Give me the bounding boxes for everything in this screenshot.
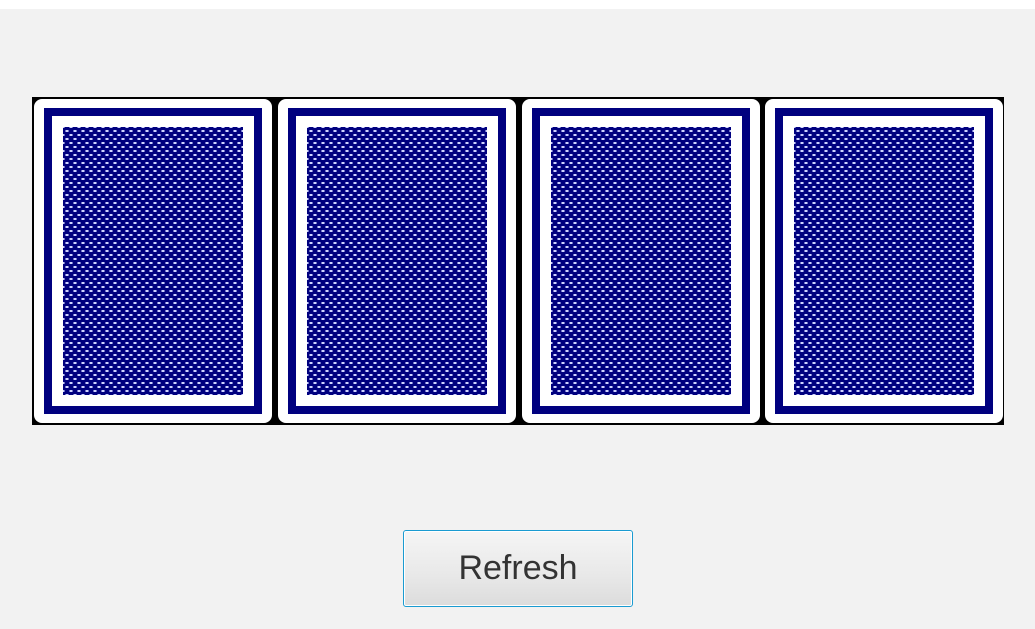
card-inner-border xyxy=(783,116,985,406)
card-frame xyxy=(775,108,993,414)
card-back-pattern xyxy=(63,127,243,395)
card-back-pattern xyxy=(551,127,731,395)
card-back-4[interactable] xyxy=(765,99,1003,423)
card-inner-border xyxy=(540,116,742,406)
refresh-button[interactable]: Refresh xyxy=(403,530,633,607)
card-back-pattern xyxy=(307,127,487,395)
card-back-pattern xyxy=(794,127,974,395)
card-frame xyxy=(532,108,750,414)
app-window: Refresh xyxy=(0,9,1035,629)
card-back-2[interactable] xyxy=(278,99,516,423)
card-frame xyxy=(288,108,506,414)
card-back-3[interactable] xyxy=(522,99,760,423)
card-inner-border xyxy=(52,116,254,406)
card-frame xyxy=(44,108,262,414)
card-inner-border xyxy=(296,116,498,406)
card-back-1[interactable] xyxy=(34,99,272,423)
card-row xyxy=(32,97,1004,425)
